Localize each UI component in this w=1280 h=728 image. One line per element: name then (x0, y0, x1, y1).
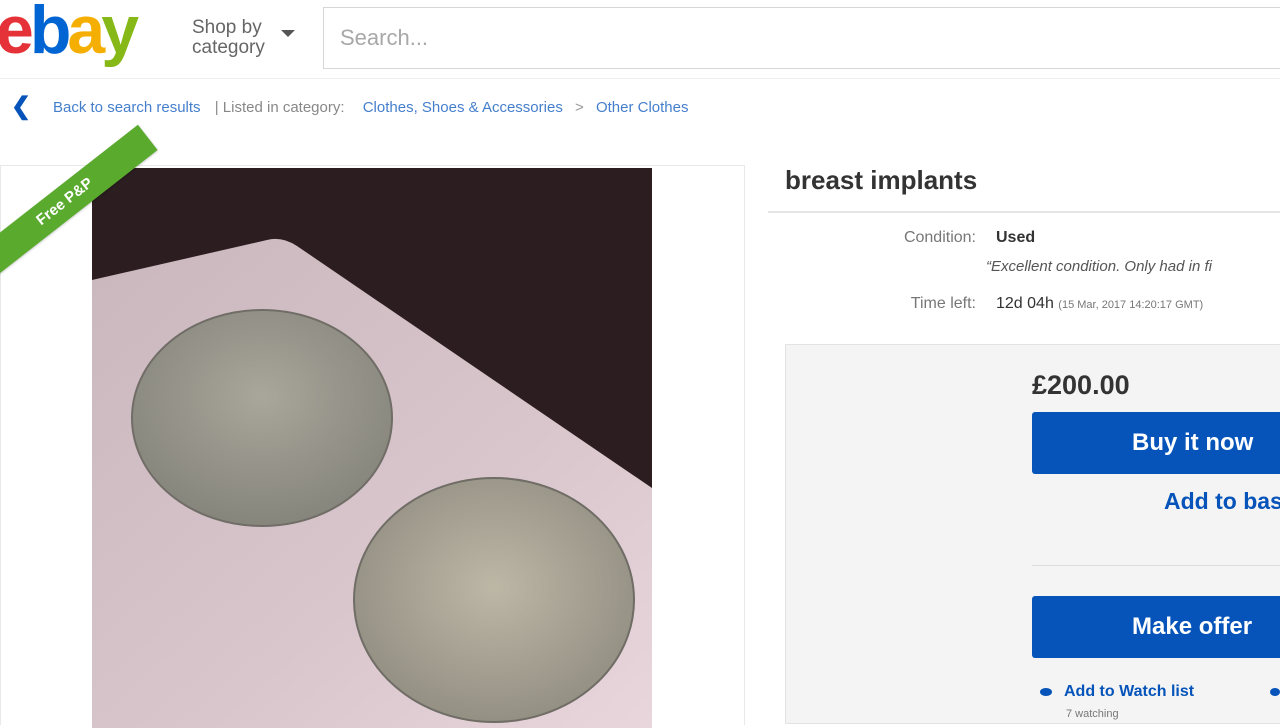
buy-it-now-button[interactable]: Buy it now (1032, 412, 1280, 474)
breadcrumb-separator: > (575, 99, 584, 116)
add-to-basket-link[interactable]: Add to basket (1164, 488, 1280, 515)
ebay-logo[interactable]: ebay (0, 0, 139, 64)
watch-list-label: Add to Watch list (1064, 683, 1195, 700)
product-photo[interactable] (92, 168, 652, 728)
watchers-count: 7 watching (1066, 708, 1119, 720)
condition-value: Used (996, 229, 1036, 246)
chevron-down-icon (281, 30, 295, 37)
make-offer-button[interactable]: Make offer (1032, 596, 1280, 658)
back-to-search-link[interactable]: Back to search results (53, 99, 201, 116)
end-date: (15 Mar, 2017 14:20:17 GMT) (1058, 299, 1204, 311)
search-input[interactable] (324, 8, 1240, 68)
condition-label: Condition: (903, 229, 976, 246)
buy-box-divider (1032, 565, 1280, 566)
listed-in-label: | Listed in category: (214, 99, 345, 116)
buy-box (785, 344, 1280, 724)
listing-title: breast implants (785, 165, 978, 195)
chevron-left-icon[interactable]: ❮ (6, 92, 36, 122)
subcategory-link[interactable]: Other Clothes (596, 99, 689, 116)
price: £200.00 (1032, 370, 1130, 400)
time-remaining: 12d 04h (996, 295, 1054, 312)
time-left-value: 12d 04h (15 Mar, 2017 14:20:17 GMT) (996, 295, 1203, 313)
title-divider (768, 211, 1280, 213)
buy-it-now-label: Buy it now (1132, 429, 1254, 456)
add-to-watch-list-link[interactable]: Add to Watch list (1040, 683, 1194, 701)
category-label: category (192, 37, 265, 58)
condition-description: “Excellent condition. Only had in fi (986, 258, 1212, 275)
time-left-label: Time left: (910, 295, 976, 312)
share-icon[interactable] (1270, 688, 1280, 696)
shop-by-label: Shop by (192, 17, 262, 38)
shop-by-category-button[interactable]: Shop by category (192, 17, 295, 58)
breadcrumb: Back to search results | Listed in categ… (53, 99, 688, 116)
make-offer-label: Make offer (1132, 613, 1253, 640)
search-box[interactable] (323, 7, 1280, 69)
category-link[interactable]: Clothes, Shoes & Accessories (363, 99, 563, 116)
eye-icon (1040, 687, 1052, 696)
header-divider (0, 78, 1280, 79)
